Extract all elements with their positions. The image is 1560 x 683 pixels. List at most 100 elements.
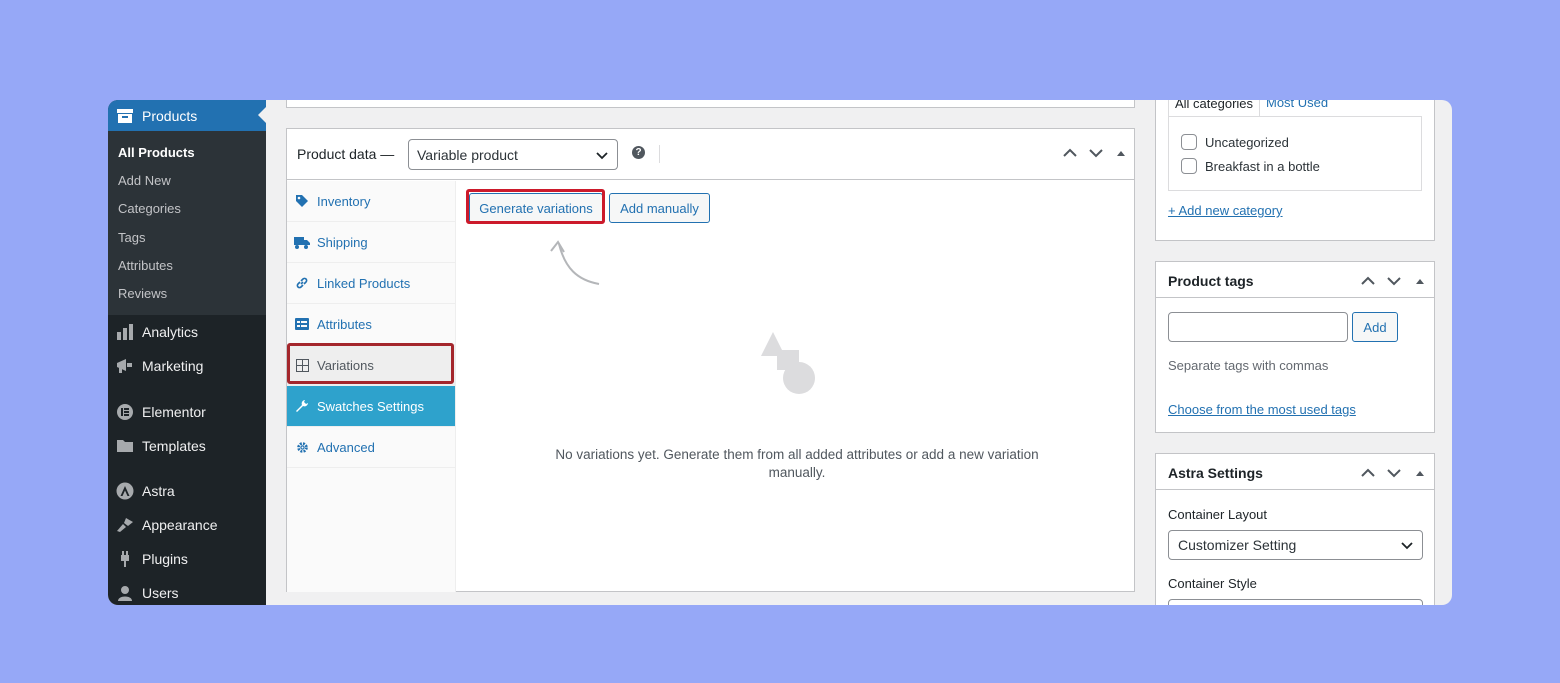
move-up-icon[interactable] xyxy=(1360,466,1376,480)
menu-plugins[interactable]: Plugins xyxy=(108,545,266,573)
menu-appearance-label: Appearance xyxy=(142,517,218,533)
move-down-icon[interactable] xyxy=(1386,274,1402,288)
menu-marketing-label: Marketing xyxy=(142,358,204,374)
category-item-uncategorized[interactable]: Uncategorized xyxy=(1181,134,1289,150)
bar-chart-icon xyxy=(108,324,142,340)
choose-most-used-tags-link[interactable]: Choose from the most used tags xyxy=(1168,402,1356,417)
submenu-tags[interactable]: Tags xyxy=(118,230,145,245)
menu-appearance[interactable]: Appearance xyxy=(108,511,266,539)
header-divider xyxy=(659,145,660,163)
product-tags-title: Product tags xyxy=(1168,273,1254,289)
previous-metabox xyxy=(286,100,1135,108)
tab-inventory-label: Inventory xyxy=(317,193,371,209)
menu-products[interactable]: Products xyxy=(108,100,266,131)
move-up-icon[interactable] xyxy=(1360,274,1376,288)
tab-shipping[interactable]: Shipping xyxy=(287,222,455,263)
collapse-toggle-icon[interactable] xyxy=(1414,466,1426,480)
move-up-icon[interactable] xyxy=(1062,145,1078,161)
user-icon xyxy=(108,585,142,601)
menu-users-label: Users xyxy=(142,585,179,601)
tab-attributes[interactable]: Attributes xyxy=(287,304,455,345)
folder-icon xyxy=(108,438,142,454)
collapse-toggle-icon[interactable] xyxy=(1414,274,1426,288)
add-tag-button[interactable]: Add xyxy=(1352,312,1398,342)
submenu-categories[interactable]: Categories xyxy=(118,201,181,216)
tab-most-used[interactable]: Most Used xyxy=(1266,100,1328,110)
no-variations-message: No variations yet. Generate them from al… xyxy=(555,447,1039,480)
gear-icon xyxy=(287,441,317,454)
product-type-select[interactable]: Variable product xyxy=(408,139,618,170)
add-new-category-link[interactable]: + Add new category xyxy=(1168,203,1283,218)
chevron-down-icon xyxy=(1401,542,1413,550)
tag-input[interactable] xyxy=(1168,312,1348,342)
tab-swatches-settings-label: Swatches Settings xyxy=(317,398,424,414)
menu-astra-label: Astra xyxy=(142,483,175,499)
container-layout-select[interactable]: Customizer Setting xyxy=(1168,530,1423,560)
elementor-icon xyxy=(108,403,142,421)
container-layout-label: Container Layout xyxy=(1168,507,1268,522)
variations-tab-highlight xyxy=(287,343,454,384)
category-checklist: Uncategorized Breakfast in a bottle xyxy=(1168,116,1422,191)
category-checkbox[interactable] xyxy=(1181,134,1197,150)
product-tags-header: Product tags xyxy=(1156,262,1434,298)
container-style-label: Container Style xyxy=(1168,576,1257,591)
tab-linked-products-label: Linked Products xyxy=(317,275,411,291)
admin-sidebar: Products All Products Add New Categories… xyxy=(108,100,266,605)
add-manually-button[interactable]: Add manually xyxy=(609,193,710,223)
submenu-reviews[interactable]: Reviews xyxy=(118,286,167,301)
collapse-toggle-icon[interactable] xyxy=(1115,145,1127,161)
product-type-value: Variable product xyxy=(417,147,518,163)
tab-advanced-label: Advanced xyxy=(317,439,375,455)
container-layout-value: Customizer Setting xyxy=(1178,537,1297,553)
tag-icon xyxy=(287,194,317,208)
paintbrush-icon xyxy=(108,517,142,533)
product-tags-metabox: Product tags Add Separate tags with comm… xyxy=(1155,261,1435,433)
category-label: Breakfast in a bottle xyxy=(1205,158,1320,174)
truck-icon xyxy=(287,236,317,249)
submenu-all-products[interactable]: All Products xyxy=(118,145,195,160)
move-down-icon[interactable] xyxy=(1088,145,1104,161)
menu-products-label: Products xyxy=(142,107,198,124)
menu-elementor-label: Elementor xyxy=(142,404,206,420)
menu-templates[interactable]: Templates xyxy=(108,432,266,460)
wrench-icon xyxy=(287,399,317,413)
products-submenu: All Products Add New Categories Tags Att… xyxy=(108,131,266,315)
menu-templates-label: Templates xyxy=(142,438,206,454)
tab-shipping-label: Shipping xyxy=(317,234,368,250)
menu-elementor[interactable]: Elementor xyxy=(108,398,266,426)
list-icon xyxy=(287,318,317,330)
help-icon[interactable]: ? xyxy=(632,146,645,159)
product-data-header: Product data — Variable product ? xyxy=(287,129,1134,180)
astra-icon xyxy=(108,482,142,500)
tags-hint: Separate tags with commas xyxy=(1168,358,1329,373)
megaphone-icon xyxy=(108,358,142,374)
product-data-title: Product data — xyxy=(297,146,395,162)
tab-swatches-settings[interactable]: Swatches Settings xyxy=(287,386,455,427)
tab-linked-products[interactable]: Linked Products xyxy=(287,263,455,304)
category-checkbox[interactable] xyxy=(1181,158,1197,174)
archive-icon xyxy=(108,108,142,124)
menu-analytics-label: Analytics xyxy=(142,324,199,340)
tab-inventory[interactable]: Inventory xyxy=(287,181,455,222)
menu-marketing[interactable]: Marketing xyxy=(108,352,266,380)
category-item-breakfast[interactable]: Breakfast in a bottle xyxy=(1181,158,1320,174)
menu-astra[interactable]: Astra xyxy=(108,477,266,505)
astra-settings-metabox: Astra Settings Container Layout Customiz… xyxy=(1155,453,1435,605)
wordpress-admin-window: Products All Products Add New Categories… xyxy=(108,100,1452,605)
menu-users[interactable]: Users xyxy=(108,579,266,605)
astra-settings-title: Astra Settings xyxy=(1168,465,1263,481)
shapes-placeholder-icon xyxy=(761,332,815,394)
menu-plugins-label: Plugins xyxy=(142,551,188,567)
menu-analytics[interactable]: Analytics xyxy=(108,318,266,346)
variations-panel: Generate variations Add manually No vari… xyxy=(457,181,1134,592)
container-style-select[interactable] xyxy=(1168,599,1423,605)
submenu-attributes[interactable]: Attributes xyxy=(118,258,173,273)
submenu-add-new[interactable]: Add New xyxy=(118,173,171,188)
move-down-icon[interactable] xyxy=(1386,466,1402,480)
tab-advanced[interactable]: Advanced xyxy=(287,427,455,468)
plug-icon xyxy=(108,551,142,567)
generate-variations-highlight xyxy=(466,189,605,224)
tab-all-categories[interactable]: All categories xyxy=(1168,100,1261,117)
curved-arrow-icon xyxy=(550,240,600,285)
product-categories-metabox: All categories Most Used Uncategorized B… xyxy=(1155,100,1435,241)
